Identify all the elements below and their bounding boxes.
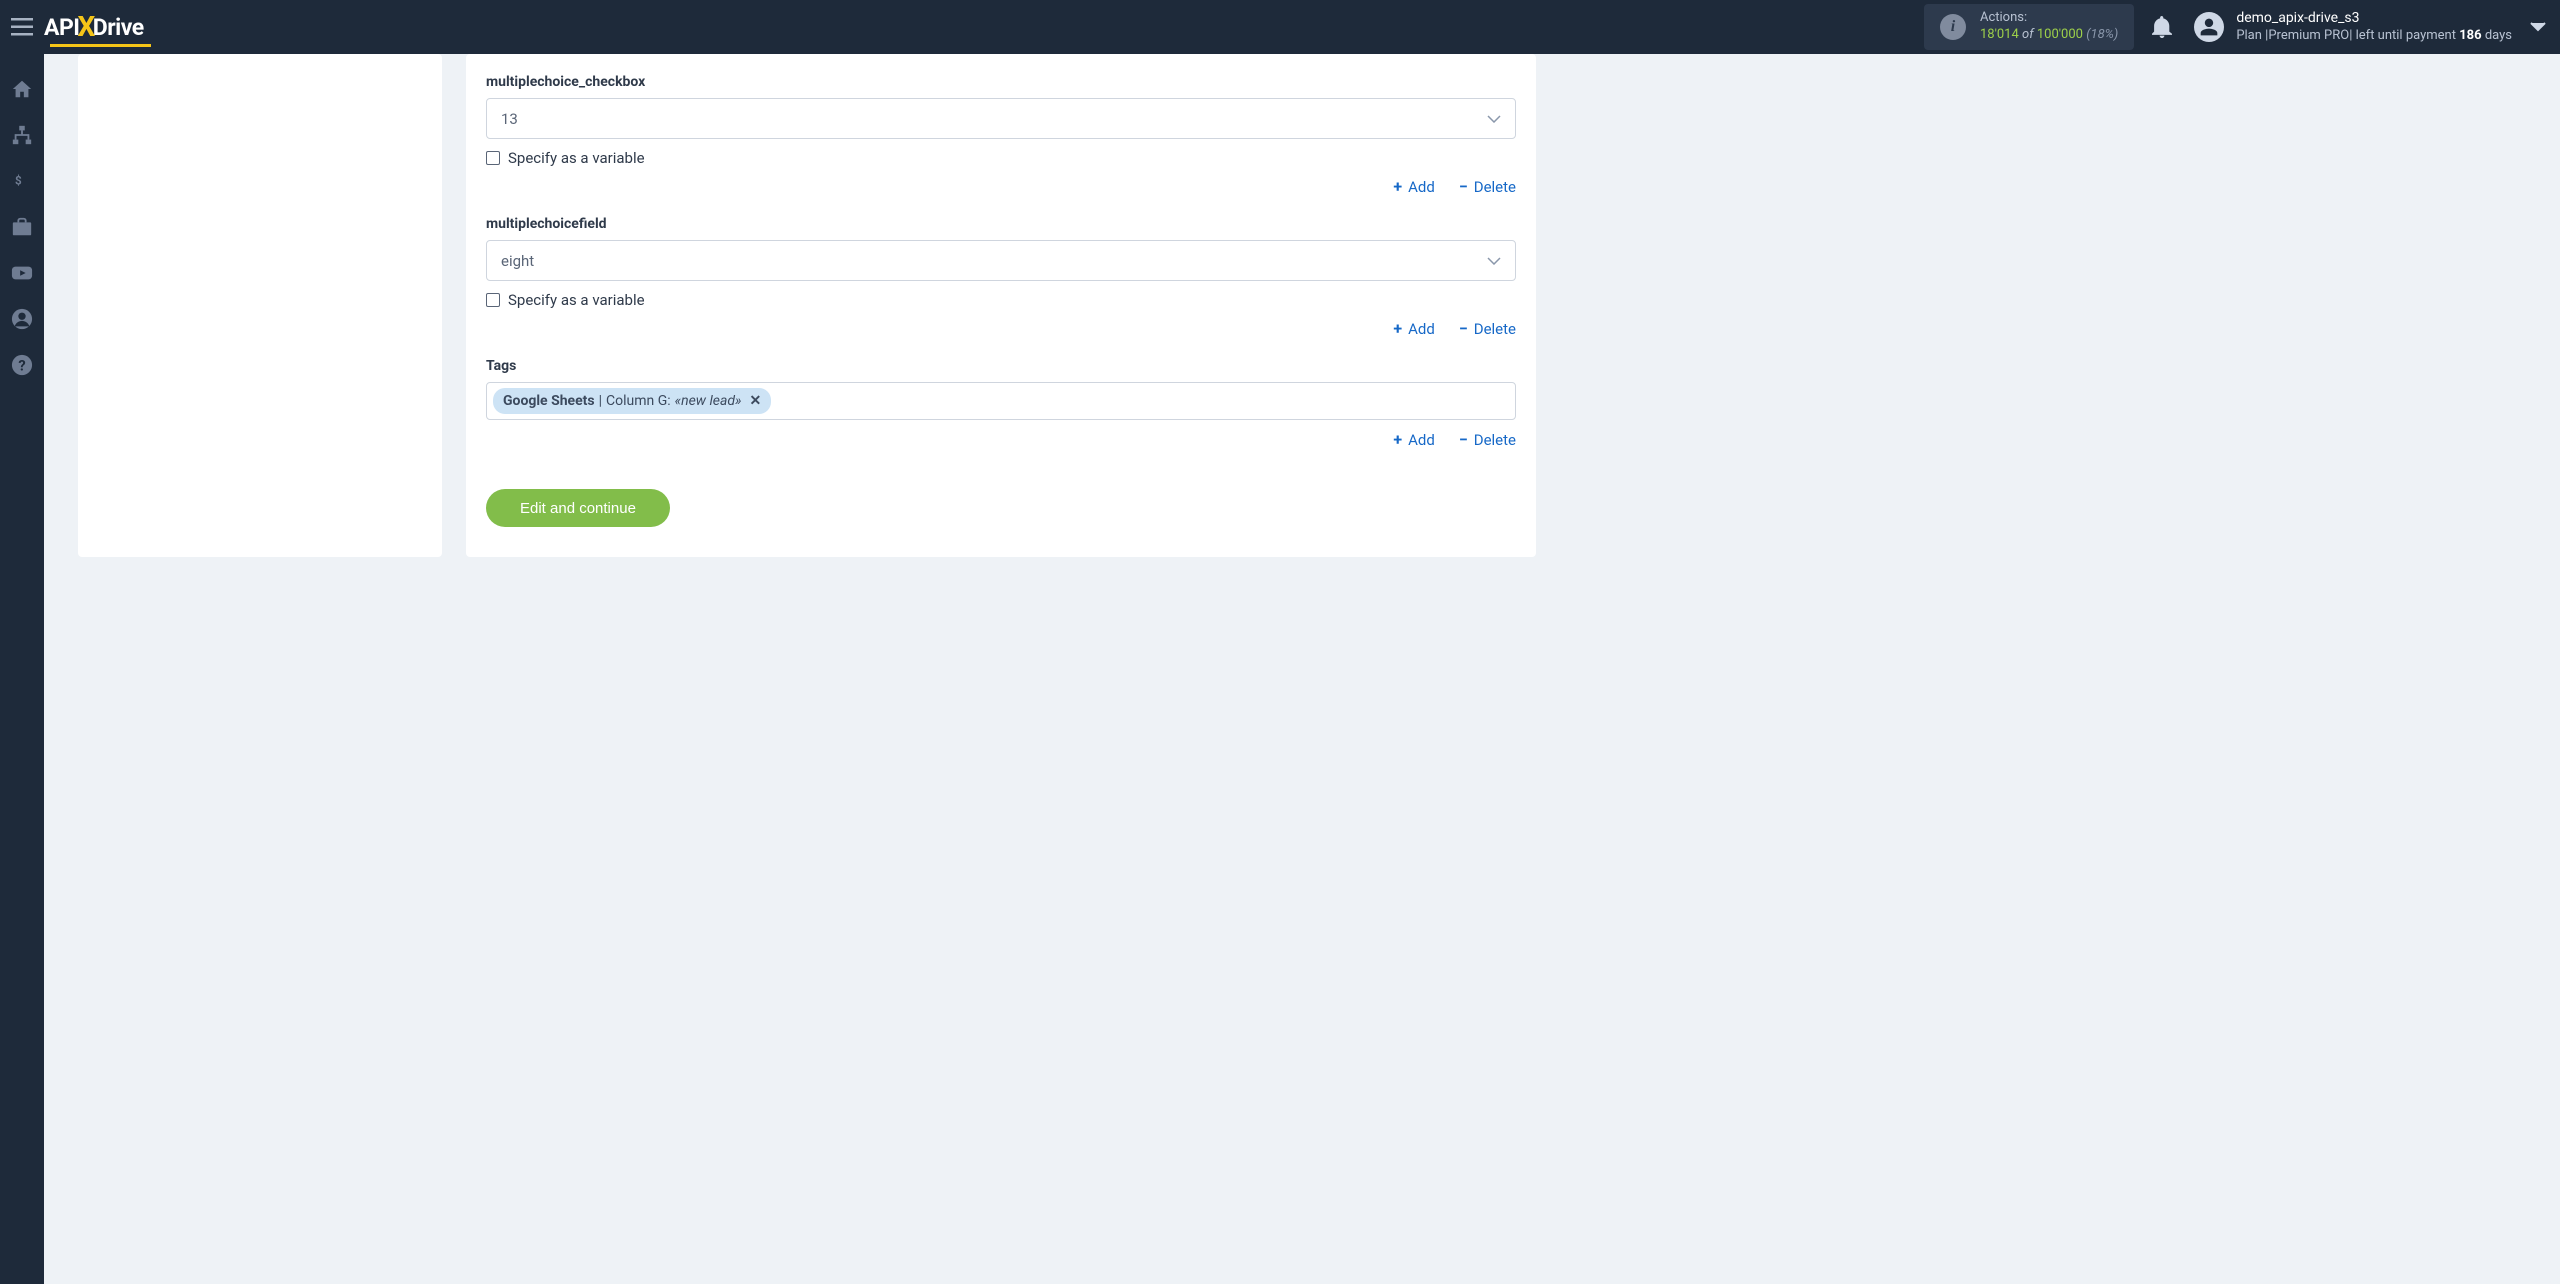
- chevron-down-icon: [2530, 22, 2546, 32]
- svg-text:?: ?: [18, 357, 25, 375]
- select-multiplechoicefield[interactable]: eight: [486, 240, 1516, 281]
- checkbox-label: Specify as a variable: [508, 149, 645, 167]
- user-menu-toggle[interactable]: [2530, 22, 2546, 32]
- tags-input[interactable]: Google Sheets | Column G: «new lead» ✕: [486, 382, 1516, 420]
- actions-usage-box[interactable]: i Actions: 18'014 of 100'000 (18%): [1924, 4, 2134, 50]
- field-label: multiplechoice_checkbox: [486, 74, 1516, 90]
- info-icon: i: [1940, 14, 1966, 40]
- actions-usage-text: Actions: 18'014 of 100'000 (18%): [1980, 10, 2118, 44]
- form-panel: multiplechoice_checkbox 13 Specify as a …: [466, 54, 1536, 557]
- checkbox[interactable]: [486, 151, 500, 165]
- bell-icon: [2152, 16, 2172, 38]
- tag-column: Column G:: [606, 393, 671, 409]
- checkbox[interactable]: [486, 293, 500, 307]
- delete-button[interactable]: −Delete: [1459, 319, 1516, 338]
- logo-text-pre: API: [44, 14, 80, 41]
- delete-button[interactable]: −Delete: [1459, 177, 1516, 196]
- field-multiplechoicefield: multiplechoicefield eight Specify as a v…: [486, 216, 1516, 338]
- avatar: [2194, 12, 2224, 42]
- actions-total: 100'000: [2037, 27, 2083, 42]
- chevron-down-icon: [1487, 115, 1501, 123]
- plan-info: Plan |Premium PRO| left until payment 18…: [2236, 28, 2512, 45]
- logo[interactable]: API X Drive: [44, 11, 144, 44]
- sidebar-youtube[interactable]: [11, 262, 33, 284]
- tag-chip[interactable]: Google Sheets | Column G: «new lead» ✕: [493, 388, 771, 414]
- sidebar: $ ?: [0, 54, 44, 1284]
- plus-icon: +: [1393, 430, 1402, 449]
- actions-used: 18'014: [1980, 27, 2019, 42]
- tag-value: «new lead»: [675, 393, 742, 409]
- chevron-down-icon: [1487, 257, 1501, 265]
- field-label: Tags: [486, 358, 1516, 374]
- hamburger-icon: [11, 18, 33, 36]
- add-button[interactable]: +Add: [1393, 430, 1434, 449]
- actions-label: Actions:: [1980, 10, 2118, 27]
- minus-icon: −: [1459, 177, 1468, 196]
- user-menu[interactable]: demo_apix-drive_s3 Plan |Premium PRO| le…: [2194, 9, 2512, 44]
- plus-icon: +: [1393, 177, 1402, 196]
- sidebar-connections[interactable]: [11, 124, 33, 146]
- user-info: demo_apix-drive_s3 Plan |Premium PRO| le…: [2236, 9, 2512, 44]
- sidebar-billing[interactable]: $: [11, 170, 33, 192]
- user-icon: [2199, 17, 2219, 37]
- field-multiplechoice-checkbox: multiplechoice_checkbox 13 Specify as a …: [486, 74, 1516, 196]
- sitemap-icon: [11, 124, 33, 146]
- select-value: eight: [501, 252, 534, 270]
- delete-button[interactable]: −Delete: [1459, 430, 1516, 449]
- dollar-icon: $: [15, 170, 29, 192]
- briefcase-icon: [11, 216, 33, 238]
- main-content: multiplechoice_checkbox 13 Specify as a …: [44, 54, 2560, 1284]
- sidebar-account[interactable]: [11, 308, 33, 330]
- field-actions: +Add −Delete: [486, 319, 1516, 338]
- minus-icon: −: [1459, 430, 1468, 449]
- checkbox-label: Specify as a variable: [508, 291, 645, 309]
- tag-source: Google Sheets: [503, 393, 595, 409]
- specify-variable-row[interactable]: Specify as a variable: [486, 149, 1516, 167]
- field-actions: +Add −Delete: [486, 177, 1516, 196]
- logo-x-icon: X: [78, 10, 95, 43]
- sidebar-help[interactable]: ?: [11, 354, 33, 376]
- svg-text:$: $: [15, 174, 22, 188]
- sidebar-home[interactable]: [11, 78, 33, 100]
- field-actions: +Add −Delete: [486, 430, 1516, 449]
- minus-icon: −: [1459, 319, 1468, 338]
- field-label: multiplechoicefield: [486, 216, 1516, 232]
- select-multiplechoice-checkbox[interactable]: 13: [486, 98, 1516, 139]
- add-button[interactable]: +Add: [1393, 177, 1434, 196]
- home-icon: [11, 78, 33, 100]
- select-value: 13: [501, 110, 518, 128]
- specify-variable-row[interactable]: Specify as a variable: [486, 291, 1516, 309]
- actions-pct: (18%): [2086, 27, 2118, 42]
- header: API X Drive i Actions: 18'014 of 100'000…: [0, 0, 2560, 54]
- add-button[interactable]: +Add: [1393, 319, 1434, 338]
- username: demo_apix-drive_s3: [2236, 9, 2512, 27]
- tag-remove-button[interactable]: ✕: [749, 393, 761, 409]
- plus-icon: +: [1393, 319, 1402, 338]
- left-panel: [78, 54, 442, 557]
- hamburger-menu-button[interactable]: [0, 0, 44, 54]
- logo-text-post: Drive: [93, 14, 144, 41]
- user-circle-icon: [11, 308, 33, 330]
- edit-continue-button[interactable]: Edit and continue: [486, 489, 670, 527]
- sidebar-briefcase[interactable]: [11, 216, 33, 238]
- actions-of: of: [2022, 27, 2034, 42]
- notifications-button[interactable]: [2152, 16, 2172, 38]
- field-tags: Tags Google Sheets | Column G: «new lead…: [486, 358, 1516, 449]
- youtube-icon: [11, 262, 33, 284]
- help-icon: ?: [11, 354, 33, 376]
